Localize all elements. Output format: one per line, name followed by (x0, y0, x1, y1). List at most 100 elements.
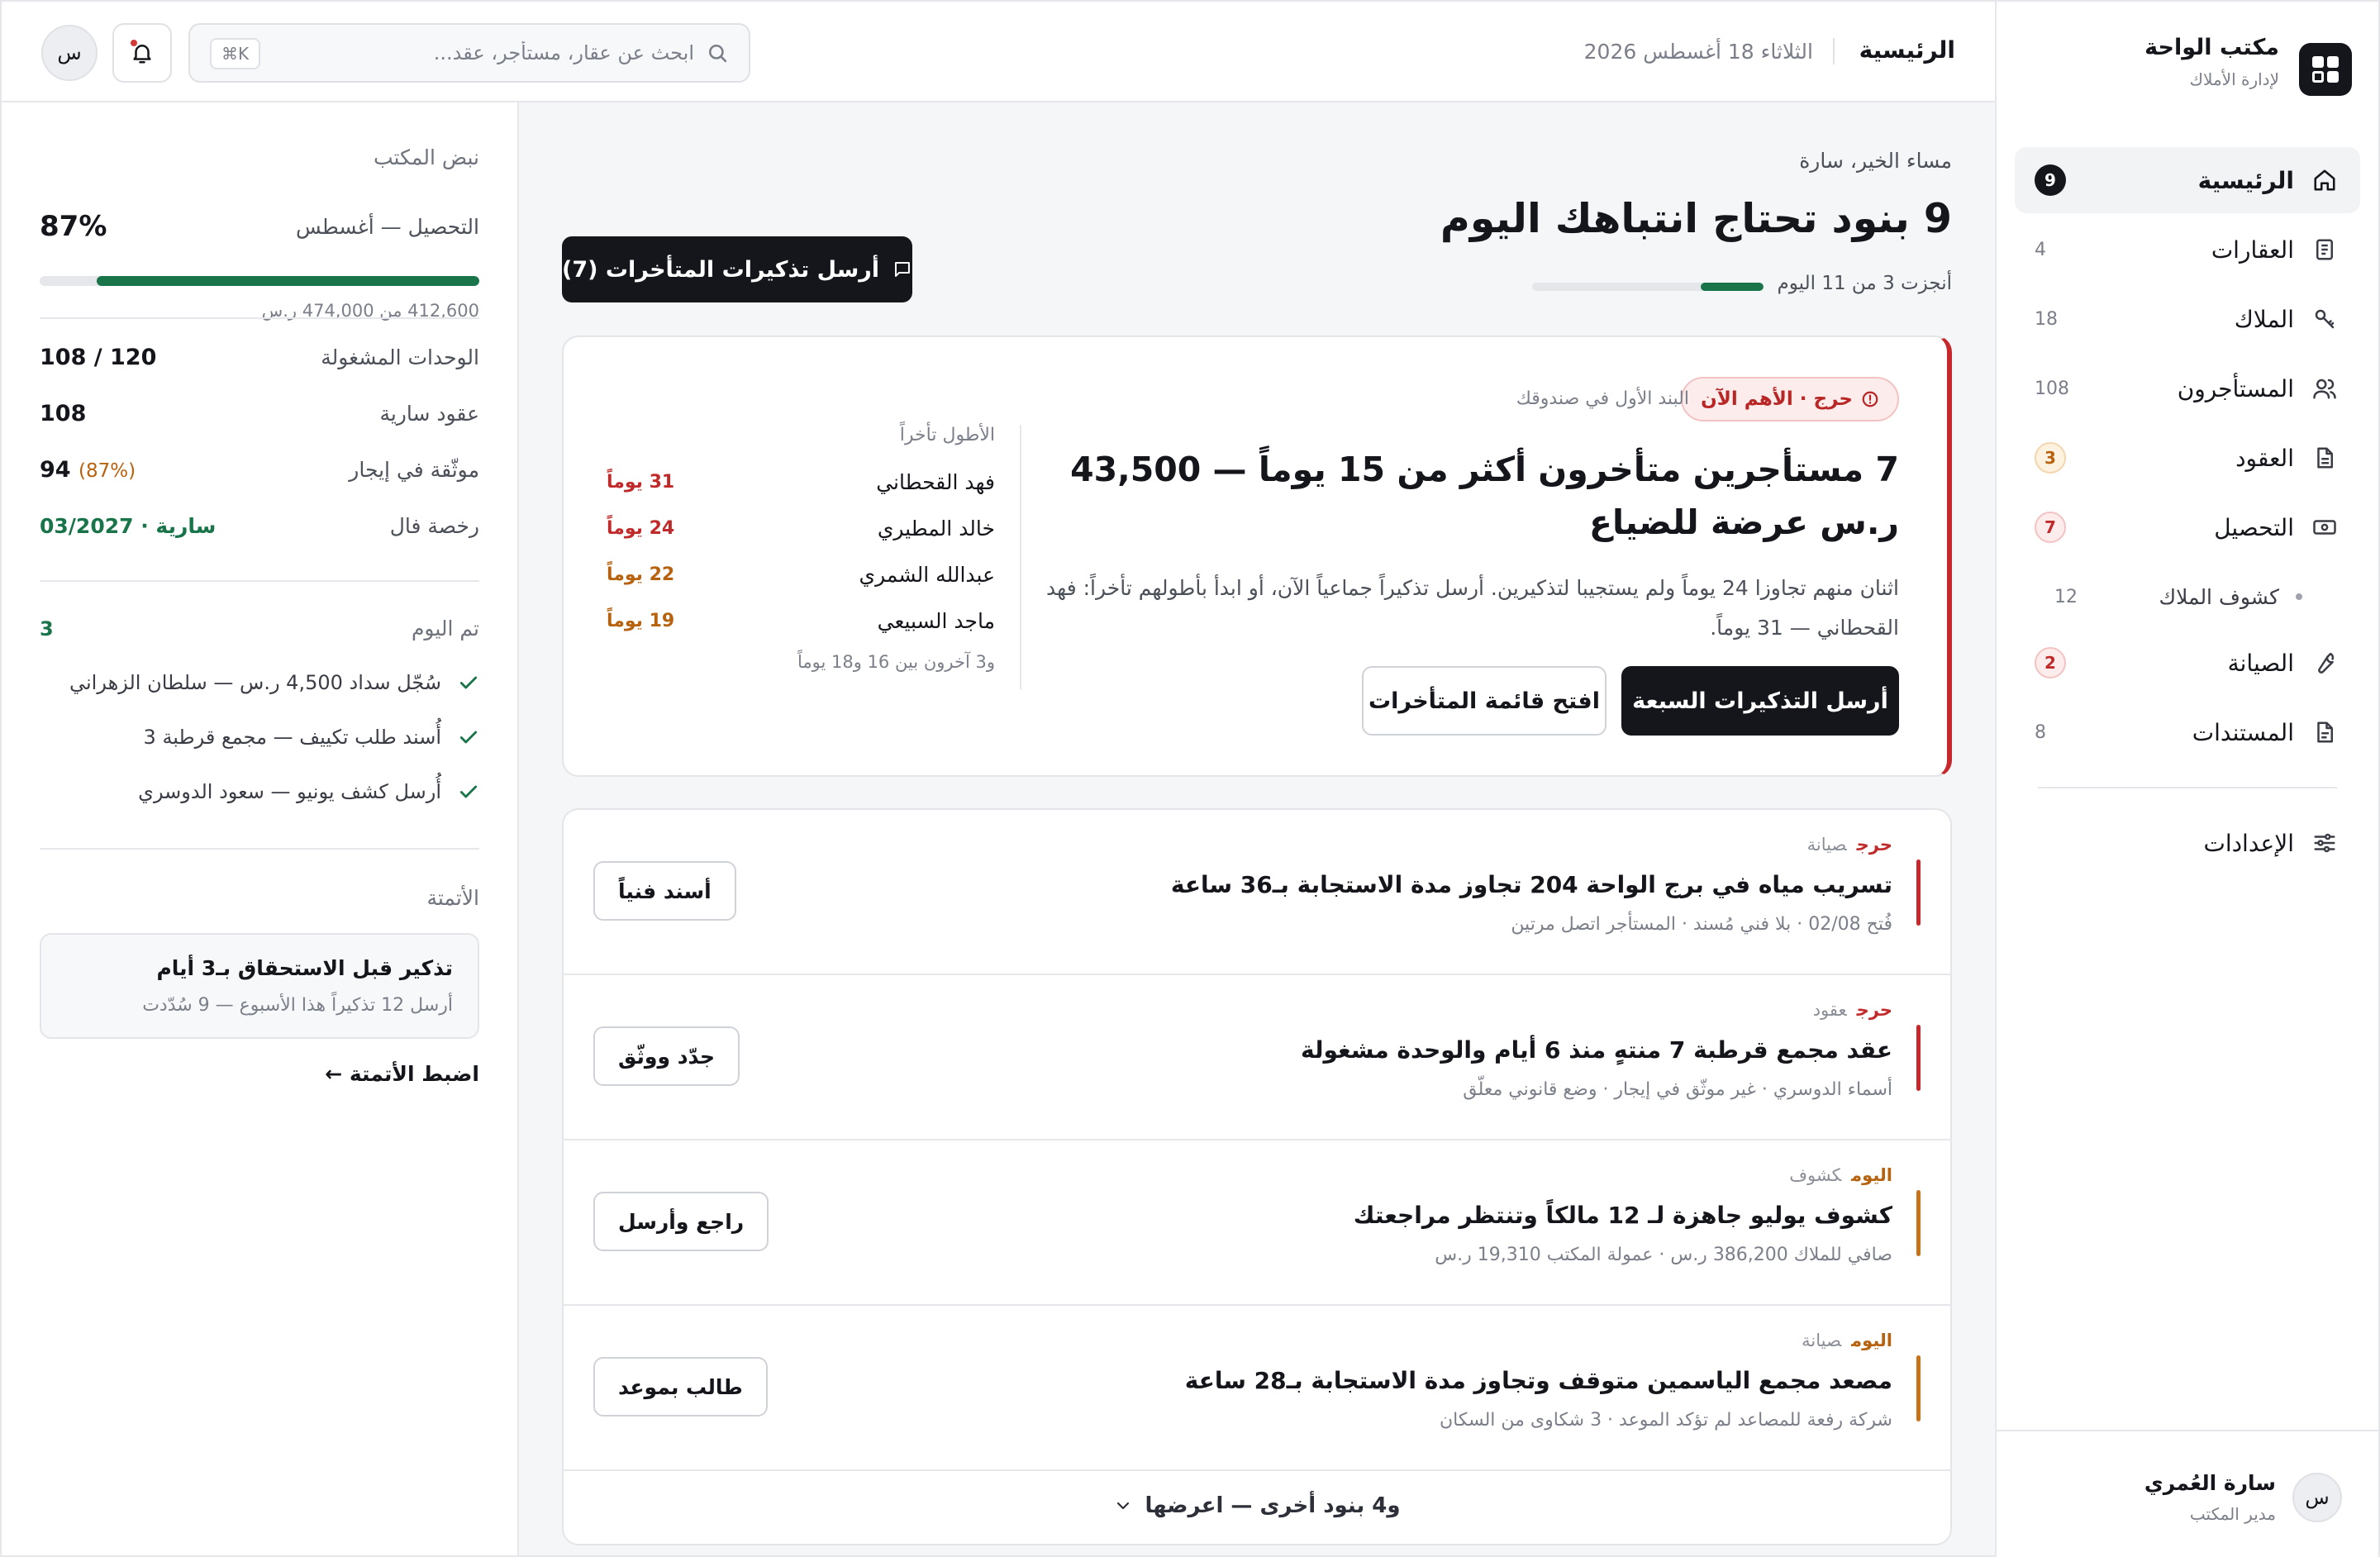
sidebar-item-owners[interactable]: الملاك 18 (2015, 286, 2360, 352)
sidebar-item-home[interactable]: الرئيسية 9 (2015, 147, 2360, 213)
nav-count: 8 (2035, 721, 2046, 743)
severity-bar (1916, 1355, 1921, 1421)
message-icon (895, 262, 911, 277)
check-icon (459, 676, 478, 689)
search-box[interactable]: ⌘K (188, 23, 750, 83)
task-title: مصعد مجمع الياسمين متوقف وتجاوز مدة الاس… (1184, 1367, 1892, 1394)
brand-name: مكتب الواحة (2144, 35, 2279, 60)
office-pulse-panel: نبض المكتب التحصيل — أغسطس 87% 412,600 م… (2, 102, 517, 1555)
send-seven-reminders-button[interactable]: أرسل التذكيرات السبعة (1621, 666, 1899, 736)
longest-overdue-list: الأطول تأخراً فهد القحطاني 31 يوماً خالد… (607, 425, 995, 672)
nav-count-badge: 7 (2035, 512, 2066, 543)
sidebar-item-maintenance[interactable]: الصيانة 2 (2015, 630, 2360, 696)
progress-text: أنجزت 3 من 11 اليوم (1777, 273, 1952, 294)
task-list: حرج صيانة تسريب مياه في برج الواحة 204 تج… (562, 808, 1952, 1545)
search-icon (708, 44, 727, 63)
renew-and-document-button[interactable]: جدّد ووثّق (593, 1026, 740, 1086)
sidebar-item-label: المستأجرون (2177, 374, 2294, 402)
current-date: الثلاثاء 18 أغسطس 2026 (1583, 40, 1813, 64)
banknote-icon (2313, 520, 2336, 535)
open-overdue-list-button[interactable]: افتح قائمة المتأخرات (1362, 666, 1606, 736)
avatar[interactable]: س (41, 25, 98, 81)
sidebar-item-properties[interactable]: العقارات 4 (2015, 217, 2360, 283)
brand[interactable]: مكتب الواحة لإدارة الأملاك (2023, 35, 2352, 96)
priority-title: 7 مستأجرين متأخرون أكثر من 15 يوماً — 43… (1070, 450, 1899, 542)
stat-label: رخصة فال (389, 513, 479, 538)
sidebar-item-label: كشوف الملاك (2159, 584, 2279, 609)
list-item[interactable]: فهد القحطاني 31 يوماً (607, 459, 995, 505)
badge-label: حرج · الأهم الآن (1701, 388, 1853, 410)
stat-value: 108 (40, 400, 87, 426)
sidebar-item-collection[interactable]: التحصيل 7 (2015, 494, 2360, 560)
category-label: كشوف (1789, 1165, 1842, 1185)
done-text: سُجّل سداد 4,500 ر.س — سلطان الزهراني (69, 671, 441, 694)
list-item[interactable]: اليوم صيانة مصعد مجمع الياسمين متوقف وتجا… (564, 1306, 1950, 1471)
nav-count: 4 (2035, 239, 2046, 260)
review-and-send-button[interactable]: راجع وأرسل (593, 1192, 769, 1251)
sidebar-item-documents[interactable]: المستندات 8 (2015, 699, 2360, 765)
list-item[interactable]: ماجد السبيعي 19 يوماً (607, 598, 995, 644)
stat-row: عقود سارية 108 (40, 385, 479, 441)
automation-stats: أرسل 12 تذكيراً هذا الأسبوع — 9 سُدّدت (142, 995, 453, 1016)
category-label: عقود (1812, 1000, 1847, 1020)
show-more-button[interactable]: و4 بنود أخرى — اعرضها (564, 1468, 1950, 1544)
license-status: سارية · 03/2027 (40, 513, 217, 538)
sidebar-item-label: التحصيل (2214, 513, 2294, 541)
greeting: مساء الخير، سارة (1799, 149, 1952, 173)
severity-label: اليوم (1851, 1331, 1892, 1350)
automation-card[interactable]: تذكير قبل الاستحقاق بـ3 أيام أرسل 12 تذك… (40, 933, 479, 1039)
sidebar-item-tenants[interactable]: المستأجرون 108 (2015, 355, 2360, 421)
list-item[interactable]: خالد المطيري 24 يوماً (607, 505, 995, 551)
top-header: الرئيسية الثلاثاء 18 أغسطس 2026 ⌘K س (2, 2, 1995, 102)
request-appointment-button[interactable]: طالب بموعد (593, 1357, 768, 1417)
critical-badge: حرج · الأهم الآن (1681, 377, 1899, 421)
main-content: مساء الخير، سارة 9 بنود تحتاج انتباهك ال… (517, 102, 1995, 1555)
breadcrumb[interactable]: الرئيسية (1859, 36, 1955, 64)
severity-bar (1916, 859, 1921, 926)
progress-fill (1700, 283, 1764, 291)
stats-list: الوحدات المشغولة 108 / 120 عقود سارية 10… (40, 329, 479, 554)
priority-description: اثنان منهم تجاوزا 24 يوماً ولم يستجيبا ل… (1046, 576, 1899, 640)
list-item[interactable]: حرج صيانة تسريب مياه في برج الواحة 204 تج… (564, 810, 1950, 975)
list-item: أُسند طلب تكييف — مجمع قرطبة 3 (40, 710, 479, 764)
sidebar-subitem-owner-statements[interactable]: كشوف الملاك 12 (2015, 564, 2360, 630)
building-doc-icon (2316, 239, 2333, 260)
nav-divider (2038, 787, 2337, 788)
severity-bar (1916, 1025, 1921, 1091)
assign-technician-button[interactable]: أسند فنياً (593, 861, 736, 921)
home-icon (2314, 169, 2335, 191)
collection-percent: 87% (40, 210, 107, 243)
sidebar-item-label: الرئيسية (2197, 166, 2294, 194)
daily-progress-bar (1532, 283, 1764, 291)
list-item: أُرسل كشف يونيو — سعود الدوسري (40, 764, 479, 819)
grid-logo-icon (2299, 43, 2352, 96)
severity-label: اليوم (1851, 1165, 1892, 1185)
bullet-dot (2296, 593, 2302, 600)
collection-label: التحصيل — أغسطس (296, 214, 479, 239)
task-details: صافي للملاك 386,200 ر.س · عمولة المكتب 1… (1435, 1245, 1892, 1265)
collection-summary[interactable]: التحصيل — أغسطس 87% 412,600 من 474,000 ر… (40, 198, 479, 321)
send-overdue-reminders-button[interactable]: أرسل تذكيرات المتأخرات (7) (562, 236, 912, 302)
tenant-name: خالد المطيري (877, 516, 995, 540)
list-item[interactable]: حرج عقود عقد مجمع قرطبة 7 منتهٍ منذ 6 أيا… (564, 975, 1950, 1140)
list-item[interactable]: اليوم كشوف كشوف يوليو جاهزة لـ 12 مالكاً … (564, 1140, 1950, 1306)
list-heading: الأطول تأخراً (899, 425, 995, 445)
keyboard-shortcut: ⌘K (210, 38, 261, 69)
tenant-name: فهد القحطاني (876, 469, 995, 494)
app-window: مكتب الواحة لإدارة الأملاك الرئيسية 9 ال… (0, 0, 2380, 1557)
user-profile[interactable]: س سارة العُمري مدير المكتب (1997, 1430, 2378, 1557)
button-label: أرسل تذكيرات المتأخرات (7) (562, 256, 880, 283)
task-meta: حرج عقود (1813, 1000, 1892, 1020)
list-item[interactable]: عبدالله الشمري 22 يوماً (607, 551, 995, 598)
sidebar-item-settings[interactable]: الإعدادات (2015, 810, 2360, 876)
check-icon (459, 731, 478, 744)
notifications-button[interactable] (112, 23, 172, 83)
list-item: سُجّل سداد 4,500 ر.س — سلطان الزهراني (40, 655, 479, 710)
severity-label: حرج (1856, 1000, 1892, 1020)
section-title: تم اليوم (411, 617, 479, 640)
configure-automation-link[interactable]: اضبط الأتمتة ← (40, 1062, 479, 1086)
search-input[interactable] (298, 36, 694, 69)
tenant-name: عبدالله الشمري (859, 562, 995, 587)
sidebar-item-contracts[interactable]: العقود 3 (2015, 425, 2360, 491)
nav-count: 108 (2035, 378, 2069, 399)
